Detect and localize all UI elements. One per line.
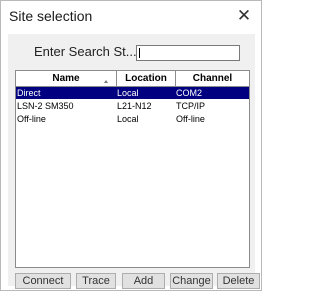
- column-header-location[interactable]: Location: [117, 71, 176, 86]
- row-channel: COM2: [176, 88, 203, 98]
- table-row[interactable]: LSN-2 SM350 L21-N12 TCP/IP: [16, 100, 249, 112]
- search-input[interactable]: [136, 45, 240, 61]
- row-name: Off-line: [17, 114, 46, 124]
- search-label: Enter Search St...: [34, 44, 137, 59]
- site-table[interactable]: Name Location Channel Direct Local COM2 …: [15, 70, 250, 268]
- row-channel: Off-line: [176, 114, 205, 124]
- column-header-name[interactable]: Name: [16, 71, 117, 86]
- table-row[interactable]: Direct Local COM2: [16, 87, 249, 99]
- column-header-channel[interactable]: Channel: [176, 71, 249, 86]
- row-channel: TCP/IP: [176, 101, 206, 111]
- title-bar: Site selection ✕: [1, 1, 261, 31]
- row-location: Local: [117, 114, 139, 124]
- row-name: LSN-2 SM350: [17, 101, 74, 111]
- close-icon[interactable]: ✕: [233, 5, 255, 27]
- row-location: L21-N12: [117, 101, 152, 111]
- site-selection-dialog: Site selection ✕ Enter Search St... Name…: [0, 0, 262, 291]
- row-name: Direct: [17, 88, 41, 98]
- dialog-title: Site selection: [9, 8, 93, 24]
- delete-button[interactable]: Delete: [217, 273, 260, 289]
- connect-button[interactable]: Connect: [15, 273, 71, 289]
- change-button[interactable]: Change: [170, 273, 213, 289]
- sort-ascending-icon: [104, 80, 108, 83]
- add-button[interactable]: Add: [122, 273, 165, 289]
- table-header: Name Location Channel: [16, 71, 249, 87]
- trace-button[interactable]: Trace: [76, 273, 116, 289]
- dialog-body: Enter Search St... Name Location Channel…: [8, 34, 260, 289]
- table-row[interactable]: Off-line Local Off-line: [16, 113, 249, 125]
- row-location: Local: [117, 88, 139, 98]
